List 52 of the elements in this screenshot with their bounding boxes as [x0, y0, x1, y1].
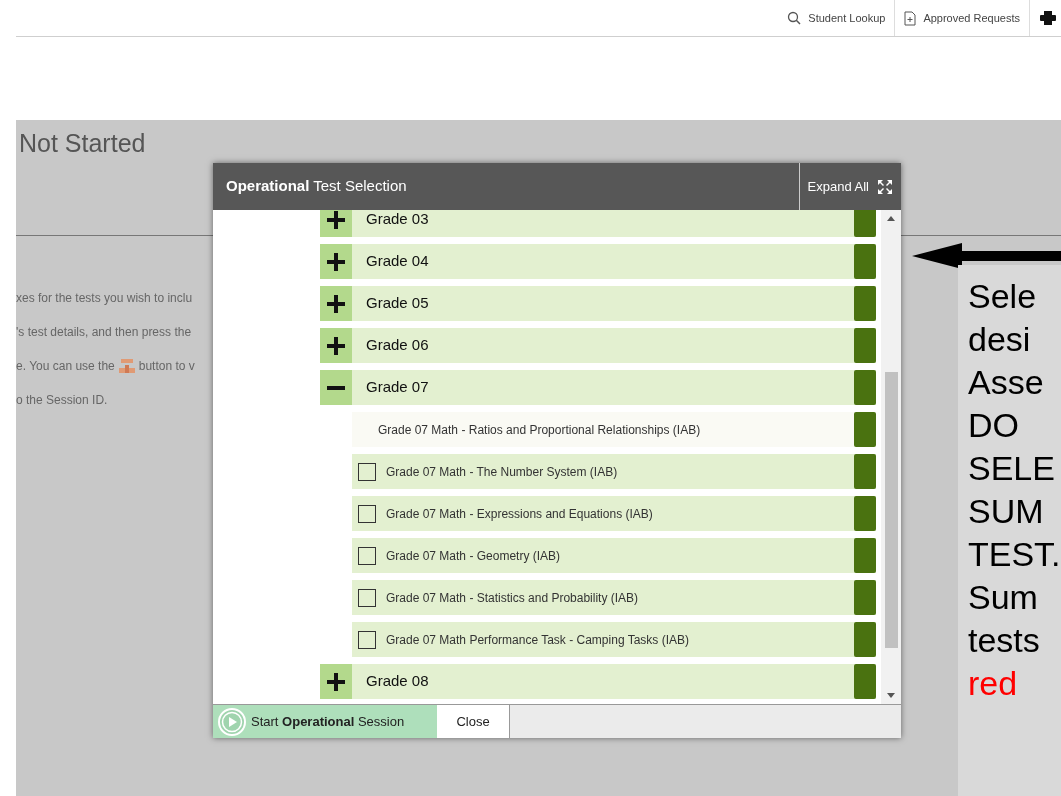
test-row[interactable]: Grade 07 Math - Ratios and Proportional Relationships (IAB)	[352, 412, 876, 447]
grade-row[interactable]: Grade 04	[320, 244, 876, 279]
annotation-text: Sum	[968, 577, 1039, 618]
scroll-down-icon[interactable]	[887, 693, 895, 698]
grade-row[interactable]: Grade 08	[320, 664, 876, 699]
annotation-text: Asse	[968, 362, 1045, 403]
instruction-text: xes for the tests you wish to inclu	[16, 290, 193, 307]
grade-row[interactable]: Grade 07	[320, 370, 876, 405]
annotation-text: SUM	[968, 491, 1045, 532]
grade-row[interactable]: Grade 05	[320, 286, 876, 321]
expand-icon[interactable]	[320, 664, 352, 699]
collapse-icon[interactable]	[320, 370, 352, 405]
grade-row[interactable]: Grade 06	[320, 328, 876, 363]
expand-icon[interactable]	[320, 244, 352, 279]
instruction-text: o the Session ID.	[16, 392, 108, 409]
annotation-text: Sele	[968, 276, 1038, 317]
play-icon	[217, 706, 247, 737]
grade-row[interactable]: Grade 03	[320, 210, 876, 237]
expand-icon[interactable]	[320, 286, 352, 321]
checkbox[interactable]	[358, 546, 376, 565]
dialog-title: Operational Test Selection	[226, 176, 408, 197]
test-row[interactable]: Grade 07 Math - Statistics and Probability (IAB)	[352, 580, 876, 615]
checkbox[interactable]	[358, 504, 376, 523]
annotation-text: tests	[968, 620, 1041, 661]
test-row[interactable]: Grade 07 Math - Geometry (IAB)	[352, 538, 876, 573]
annotation-text: desi	[968, 319, 1032, 360]
test-row[interactable]: Grade 07 Math - The Number System (IAB)	[352, 454, 876, 489]
search-icon	[787, 11, 802, 25]
expand-icon[interactable]	[320, 328, 352, 363]
page-title: Not Started	[19, 129, 146, 157]
approved-requests-button[interactable]: Approved Requests	[895, 0, 1030, 36]
expand-icon[interactable]	[320, 210, 352, 237]
annotation-text: SELE	[968, 448, 1056, 489]
checkbox[interactable]	[358, 630, 376, 649]
scroll-up-icon[interactable]	[887, 216, 895, 221]
test-row[interactable]: Grade 07 Math - Expressions and Equations (IAB)	[352, 496, 876, 531]
scrollbar-thumb[interactable]	[885, 372, 898, 648]
student-lookup-button[interactable]: Student Lookup	[778, 0, 896, 36]
instruction-text: 's test details, and then press the	[16, 324, 192, 341]
scrollbar[interactable]	[881, 210, 901, 704]
instruction-text: e. You can use the	[16, 358, 115, 375]
annotation-text: DO	[968, 405, 1020, 446]
checkbox[interactable]	[358, 462, 376, 481]
close-button[interactable]: Close	[437, 705, 510, 738]
annotation-text: TEST.	[968, 534, 1061, 575]
checkbox[interactable]	[358, 588, 376, 607]
document-plus-icon	[904, 10, 917, 26]
start-session-button[interactable]: Start Operational Session	[213, 705, 437, 738]
instruction-text: button to v	[138, 358, 195, 375]
test-row[interactable]: Grade 07 Math Performance Task - Camping Tasks (IAB)	[352, 622, 876, 657]
expand-icon	[877, 178, 893, 195]
annotation-text: red	[968, 663, 1019, 704]
